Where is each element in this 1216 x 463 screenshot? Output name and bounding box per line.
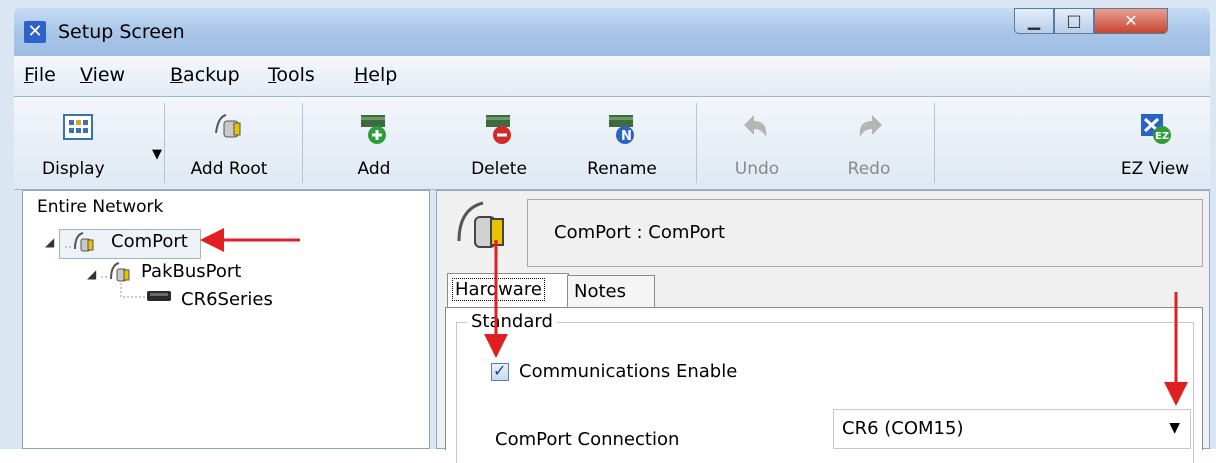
expand-icon[interactable]: ◢ <box>87 267 96 281</box>
network-tree[interactable]: Entire Network ◢ ComPort ◢ PakBusPort CR… <box>22 190 430 449</box>
toolbar-separator <box>696 103 697 183</box>
close-icon: ✕ <box>1124 11 1138 30</box>
menu-view[interactable]: View <box>80 64 125 86</box>
undo-button[interactable]: Undo <box>712 97 802 189</box>
minimize-button[interactable]: ▁ <box>1014 8 1054 34</box>
display-dropdown-icon[interactable]: ▼ <box>152 147 162 162</box>
maximize-icon: □ <box>1066 11 1082 30</box>
rename-label: Rename <box>587 159 657 179</box>
redo-icon <box>859 115 882 137</box>
tab-notes[interactable]: Notes <box>567 275 655 309</box>
menu-file-mnemonic: F <box>24 64 34 86</box>
menu-tools-rest: ools <box>276 64 315 86</box>
undo-label: Undo <box>734 159 780 179</box>
comport-icon <box>65 232 94 252</box>
redo-label: Redo <box>847 159 891 179</box>
add-root-text: Add Root <box>190 159 268 179</box>
menu-backup-mnemonic: B <box>170 64 184 86</box>
svg-text:EZ: EZ <box>1155 131 1169 142</box>
expand-icon[interactable]: ◢ <box>45 235 54 249</box>
hardware-panel: Standard ✓ Communications Enable ComPort… <box>445 307 1203 463</box>
ez-view-button[interactable]: EZ EZ View <box>1110 97 1200 189</box>
toolbar-separator <box>302 103 303 183</box>
setup-window: ✕ Setup Screen ▁ □ ✕ File View Backup To… <box>0 0 1216 463</box>
menu-help-mnemonic: H <box>354 64 369 86</box>
chevron-down-icon[interactable]: ▼ <box>1169 420 1180 436</box>
title-bar: ✕ Setup Screen ▁ □ ✕ <box>14 8 1210 56</box>
svg-text:N: N <box>621 129 632 144</box>
pakbusport-icon <box>101 262 130 282</box>
undo-icon <box>744 115 767 137</box>
tree-node-cr6series[interactable]: CR6Series <box>181 289 273 310</box>
detail-header-text: ComPort : ComPort <box>554 222 726 243</box>
communications-enabled-label: Communications Enable <box>519 361 738 382</box>
menu-backup-rest: ackup <box>183 64 240 86</box>
delete-label: Delete <box>471 159 527 179</box>
standard-group-title: Standard <box>467 311 557 332</box>
tab-hardware[interactable]: Hardware <box>447 273 569 308</box>
ez-view-icon: EZ <box>1141 114 1171 144</box>
standard-group: Standard ✓ Communications Enable ComPort… <box>456 311 1194 463</box>
display-label: Display <box>42 159 105 179</box>
menu-tools[interactable]: Tools <box>268 64 315 86</box>
menu-file-rest: ile <box>33 64 56 86</box>
comport-connection-select[interactable]: CR6 (COM15) ▼ <box>833 409 1191 449</box>
checkmark-icon: ✓ <box>493 361 507 380</box>
rename-button[interactable]: N Rename <box>572 97 672 189</box>
add-button[interactable]: Add <box>334 97 414 189</box>
toolbar-separator <box>934 103 935 183</box>
menu-help[interactable]: Help <box>354 64 397 86</box>
toolbar: Display ▼ Add Root Add Delete N Rename U… <box>14 97 1210 190</box>
comport-large-icon <box>457 201 504 248</box>
add-device-icon <box>361 115 386 144</box>
close-button[interactable]: ✕ <box>1094 8 1168 34</box>
detail-pane: ComPort : ComPort Hardware Notes Standar… <box>436 190 1210 463</box>
menu-file[interactable]: File <box>24 64 56 86</box>
add-root-label: Add Root <box>174 159 284 179</box>
comport-icon <box>215 114 241 138</box>
cr6-datalogger-icon <box>120 283 171 301</box>
communications-enabled-checkbox[interactable]: ✓ <box>491 361 509 381</box>
window-title: Setup Screen <box>58 21 185 43</box>
ez-view-label: EZ View <box>1120 159 1190 179</box>
detail-header: ComPort : ComPort <box>527 199 1203 267</box>
toolbar-separator <box>164 103 165 183</box>
redo-button[interactable]: Redo <box>824 97 914 189</box>
delete-button[interactable]: Delete <box>454 97 544 189</box>
menu-view-mnemonic: V <box>80 64 93 86</box>
add-root-button[interactable]: Add Root <box>174 97 284 189</box>
comport-connection-label: ComPort Connection <box>495 429 680 450</box>
minimize-icon: ▁ <box>1027 11 1041 30</box>
comport-connection-value: CR6 (COM15) <box>842 418 964 439</box>
tree-node-pakbusport[interactable]: PakBusPort <box>141 261 241 282</box>
menu-bar: File View Backup Tools Help <box>14 56 1210 97</box>
add-label: Add <box>357 159 391 179</box>
display-button[interactable]: Display ▼ <box>32 97 162 189</box>
menu-view-rest: iew <box>92 64 126 86</box>
menu-backup[interactable]: Backup <box>170 64 240 86</box>
app-icon: ✕ <box>24 21 46 43</box>
rename-device-icon: N <box>609 115 634 144</box>
tree-node-comport[interactable]: ComPort <box>111 231 188 252</box>
delete-device-icon <box>486 115 511 144</box>
tab-notes-label: Notes <box>574 281 626 302</box>
maximize-button[interactable]: □ <box>1054 8 1094 34</box>
tab-hardware-label: Hardware <box>452 278 545 301</box>
display-icon <box>63 114 93 140</box>
tree-header: Entire Network <box>37 197 164 217</box>
menu-help-rest: elp <box>368 64 398 86</box>
